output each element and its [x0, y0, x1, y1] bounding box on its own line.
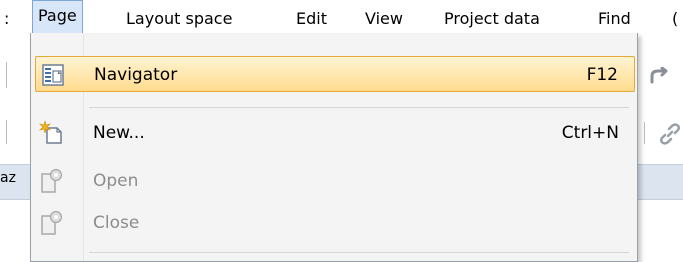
menubar-item-find[interactable]: Find	[598, 9, 631, 29]
toolbar-separator	[644, 122, 645, 144]
menu-separator	[89, 107, 629, 108]
menu-item-shortcut: F12	[586, 65, 618, 85]
menubar: : Page Layout space Edit View Project da…	[0, 0, 683, 33]
menubar-item-fragment-right[interactable]: (	[672, 9, 678, 29]
menu-item-label: Open	[93, 171, 139, 191]
panel-text-fragment: az	[0, 170, 16, 186]
menu-item-close[interactable]: Close	[35, 205, 635, 241]
menubar-item-fragment-left[interactable]: :	[4, 9, 9, 29]
new-page-icon	[39, 120, 65, 146]
menu-item-shortcut: Ctrl+N	[561, 123, 619, 143]
close-page-icon	[39, 210, 65, 236]
menu-item-label: New...	[93, 123, 145, 143]
menu-item-label: Close	[93, 213, 140, 233]
menubar-item-layout-space[interactable]: Layout space	[126, 9, 232, 29]
menu-item-navigator[interactable]: Navigator F12	[35, 56, 635, 92]
navigator-icon	[40, 62, 66, 88]
menubar-item-project-data[interactable]: Project data	[444, 9, 540, 29]
open-page-icon	[39, 168, 65, 194]
menubar-item-page[interactable]: Page	[32, 0, 83, 33]
menubar-item-edit[interactable]: Edit	[296, 9, 327, 29]
page-menu-dropdown: Navigator F12 New... Ctrl+N Open Close	[30, 33, 638, 262]
menu-item-new[interactable]: New... Ctrl+N	[35, 115, 635, 151]
menu-item-label: Navigator	[94, 65, 178, 85]
toolbar-separator	[6, 120, 7, 144]
menu-separator	[89, 252, 629, 253]
link-icon[interactable]	[658, 122, 682, 151]
menu-item-open[interactable]: Open	[35, 163, 635, 199]
menubar-item-view[interactable]: View	[365, 9, 403, 29]
toolbar-separator	[6, 62, 7, 88]
redo-icon[interactable]	[648, 66, 672, 90]
